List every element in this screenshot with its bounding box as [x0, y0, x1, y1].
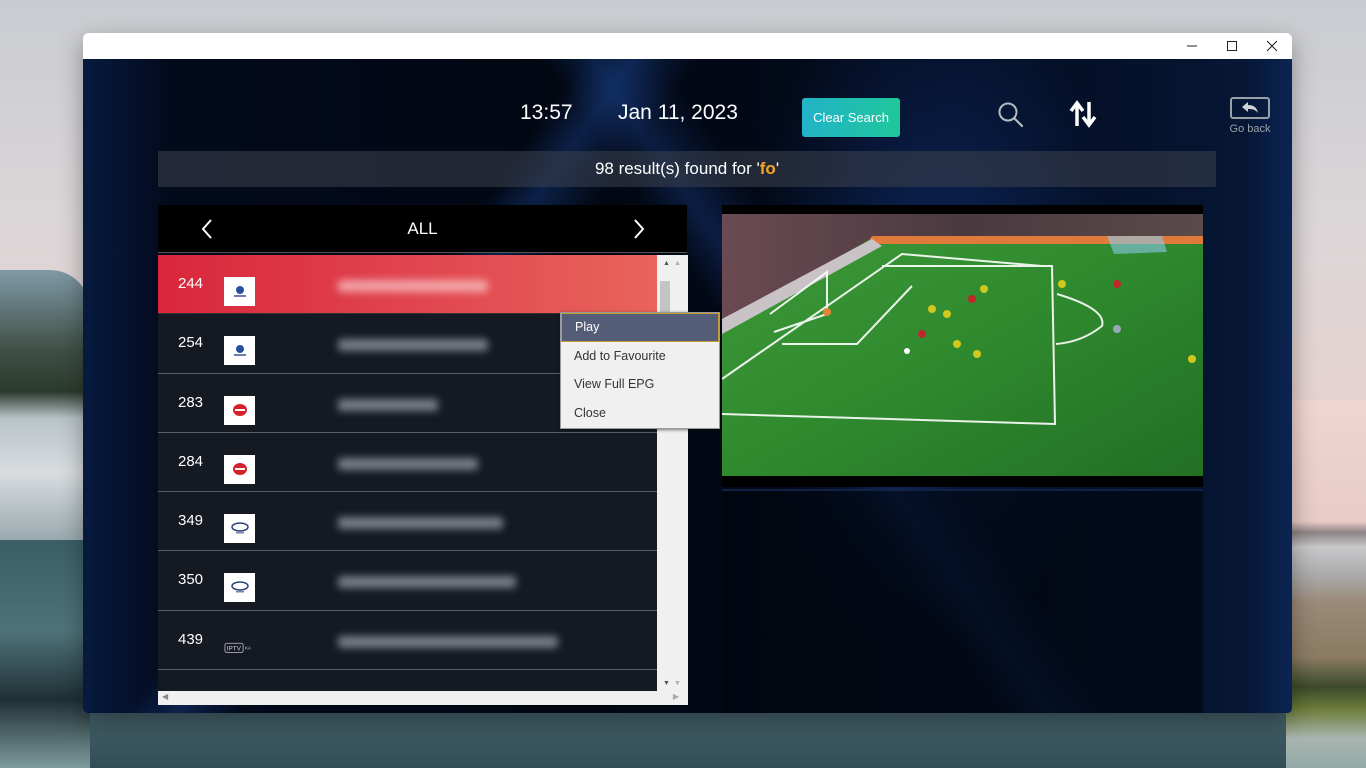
desktop-wallpaper-right	[1286, 400, 1366, 768]
channel-logo-iptv: IPTV KA	[224, 633, 255, 662]
channel-name-blurred	[338, 576, 516, 589]
epg-info-panel	[722, 489, 1203, 713]
reply-arrow-icon	[1242, 102, 1258, 113]
maximize-button[interactable]	[1212, 33, 1252, 59]
channel-number: 254	[178, 334, 204, 352]
results-suffix: '	[775, 159, 780, 178]
video-player[interactable]	[722, 205, 1203, 487]
app-window: 13:57 Jan 11, 2023 Clear Search Go back	[83, 33, 1292, 713]
date: Jan 11, 2023	[618, 101, 738, 124]
category-title: ALL	[407, 219, 438, 238]
results-prefix: 98 result(s) found for '	[594, 159, 760, 178]
channel-name-blurred	[338, 398, 438, 411]
channel-logo-foro	[224, 395, 255, 425]
video-thumbnail-soccer	[722, 214, 1203, 476]
menu-item-add-to-favourite[interactable]: Add to Favourite	[561, 342, 719, 371]
channel-name-blurred	[338, 635, 558, 648]
go-back-button[interactable]: Go back	[1228, 97, 1272, 141]
go-back-label: Go back	[1229, 123, 1271, 135]
chevron-right-icon	[634, 219, 645, 239]
channel-name-blurred	[338, 339, 488, 352]
channel-number: 244	[178, 275, 204, 292]
channel-logo-foro	[224, 454, 255, 484]
category-header: ALL	[158, 205, 687, 253]
channel-list-area: 244 254 283 284 349 350 439 IPTV KA ▲ ▲ ▼ ▼ ◀ ▶ Pl…	[158, 255, 720, 705]
minimize-button[interactable]	[1172, 33, 1212, 59]
channel-row[interactable]: 349	[158, 492, 657, 552]
search-query: fo	[759, 159, 776, 178]
channel-context-menu: Play Add to Favourite View Full EPG Close	[560, 312, 720, 429]
app-content: 13:57 Jan 11, 2023 Clear Search Go back	[83, 59, 1292, 713]
desktop-wallpaper-left	[0, 270, 90, 540]
close-button[interactable]	[1252, 33, 1292, 59]
svg-text:IPTV: IPTV	[227, 646, 242, 653]
clock: 13:57	[520, 101, 573, 124]
window-controls	[1172, 33, 1292, 59]
scroll-right-arrow-icon[interactable]: ▶	[673, 692, 679, 701]
close-icon	[1266, 40, 1278, 52]
desktop-wallpaper-water	[0, 540, 90, 768]
channel-number: 349	[178, 512, 204, 530]
search-results-banner: 98 result(s) found for ' fo '	[158, 151, 1216, 187]
menu-item-play[interactable]: Play	[561, 313, 719, 342]
horizontal-scrollbar[interactable]: ◀ ▶	[158, 691, 679, 705]
scroll-down-arrow-icon[interactable]: ▼ ▼	[661, 678, 683, 688]
search-icon[interactable]	[997, 101, 1025, 129]
channel-number: 283	[178, 393, 204, 411]
scroll-left-arrow-icon[interactable]: ◀	[162, 692, 168, 701]
channel-row[interactable]: 284	[158, 433, 657, 493]
channel-logo-fox	[224, 573, 255, 603]
channel-name-blurred	[338, 280, 488, 292]
menu-item-close[interactable]: Close	[561, 399, 719, 428]
channel-number: 350	[178, 571, 204, 589]
minimize-icon	[1187, 45, 1197, 47]
next-category-button[interactable]	[626, 215, 652, 243]
video-frame[interactable]	[722, 214, 1203, 476]
channel-row[interactable]: 439 IPTV KA	[158, 611, 657, 671]
channel-name-blurred	[338, 457, 478, 470]
channel-name-blurred	[338, 517, 503, 530]
svg-text:KA: KA	[245, 646, 252, 651]
sort-icon[interactable]	[1068, 99, 1098, 129]
menu-item-view-full-epg[interactable]: View Full EPG	[561, 370, 719, 399]
channel-logo-telefe	[224, 277, 255, 306]
go-back-icon-frame	[1230, 97, 1270, 119]
clear-search-button[interactable]: Clear Search	[802, 98, 900, 137]
channel-row[interactable]: 350	[158, 551, 657, 611]
channel-number: 284	[178, 452, 204, 470]
maximize-icon	[1227, 41, 1237, 51]
channel-list-panel: ALL 244 254 283 284 349 350 439 IPTV KA ▲ ▲ ▼ ▼ ◀ …	[158, 205, 720, 705]
title-bar	[83, 33, 1292, 59]
channel-number: 439	[178, 630, 204, 648]
scroll-up-arrow-icon[interactable]: ▲ ▲	[661, 258, 683, 268]
scroll-thumb[interactable]	[660, 281, 670, 312]
channel-logo-telefe	[224, 336, 255, 366]
channel-logo-fox	[224, 514, 255, 544]
channel-row[interactable]: 244	[158, 255, 657, 315]
